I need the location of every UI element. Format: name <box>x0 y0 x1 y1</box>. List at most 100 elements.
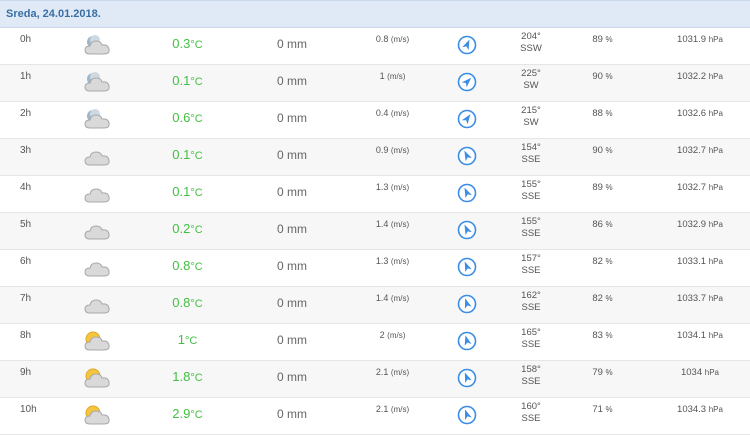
wind-direction-degrees: 154° <box>521 142 541 153</box>
wind-direction-name: SSE <box>521 265 541 276</box>
pressure-unit: hPa <box>708 294 723 303</box>
humidity-unit: % <box>605 72 613 81</box>
hour-label: 5h <box>20 219 32 230</box>
precipitation: 0 mm <box>277 148 307 162</box>
table-row: 8h 1°C 0 mm 2 (m/s) 165° SSE 83 % 1034.1 hPa <box>0 324 750 361</box>
wind-speed-unit: (m/s) <box>390 35 410 44</box>
wind-direction: 215° SW <box>508 105 554 129</box>
wind-speed-value: 2.1 <box>375 404 389 414</box>
wind-direction-degrees: 155° <box>521 216 541 227</box>
humidity-unit: % <box>605 220 613 229</box>
temperature: 0.1°C <box>150 184 225 199</box>
table-row: 4h 0.1°C 0 mm 1.3 (m/s) 155° SSE 89 % 1032.7 hP… <box>0 176 750 213</box>
temperature-value: 0.1 <box>172 184 191 199</box>
wind-direction: 155° SSE <box>508 216 554 240</box>
pressure: 1032.6 hPa <box>655 108 745 119</box>
wind-direction: 154° SSE <box>508 142 554 166</box>
pressure-unit: hPa <box>708 109 723 118</box>
wind-speed-unit: (m/s) <box>390 109 410 118</box>
wind-direction: 155° SSE <box>508 179 554 203</box>
pressure: 1033.1 hPa <box>655 256 745 267</box>
pressure-unit: hPa <box>708 183 723 192</box>
temperature-value: 0.8 <box>172 258 191 273</box>
wind-speed: 2.1 (m/s) <box>355 367 430 377</box>
wind-direction: 157° SSE <box>508 253 554 277</box>
wind-speed: 2.1 (m/s) <box>355 404 430 414</box>
wind-speed-value: 1.3 <box>375 256 389 266</box>
temperature: 1.8°C <box>150 369 225 384</box>
wind-speed-unit: (m/s) <box>390 294 410 303</box>
humidity-value: 82 <box>592 293 603 304</box>
temperature-value: 0.2 <box>172 221 191 236</box>
wind-direction-arrow-icon <box>457 405 477 425</box>
pressure-value: 1034.3 <box>677 404 707 415</box>
wind-speed-value: 2.1 <box>375 367 389 377</box>
wind-direction-name: SSE <box>521 154 541 165</box>
humidity: 90 % <box>580 145 625 156</box>
pressure-value: 1034.1 <box>677 330 707 341</box>
wind-speed-value: 1.3 <box>375 182 389 192</box>
table-row: 1h 0.1°C 0 mm 1 (m/s) 225° SW 90 % 1032.2 hPa <box>0 65 750 102</box>
table-row: 7h 0.8°C 0 mm 1.4 (m/s) 162° SSE 82 % 1033.7 hP… <box>0 287 750 324</box>
pressure: 1034 hPa <box>655 367 745 378</box>
partly-cloudy-night-icon <box>82 33 112 57</box>
wind-direction-arrow-icon <box>457 72 477 92</box>
pressure-value: 1032.9 <box>677 219 707 230</box>
wind-speed-value: 0.4 <box>375 108 389 118</box>
pressure-value: 1033.7 <box>677 293 707 304</box>
wind-speed: 1.4 (m/s) <box>355 219 430 229</box>
pressure: 1034.1 hPa <box>655 330 745 341</box>
pressure: 1034.3 hPa <box>655 404 745 415</box>
humidity-value: 71 <box>592 404 603 415</box>
wind-speed: 0.9 (m/s) <box>355 145 430 155</box>
temperature-value: 0.3 <box>172 36 191 51</box>
hour-label: 6h <box>20 256 32 267</box>
date-header: Sreda, 24.01.2018. <box>0 0 750 28</box>
wind-speed-unit: (m/s) <box>390 257 410 266</box>
humidity-value: 89 <box>592 182 603 193</box>
temperature-value: 2.9 <box>172 406 191 421</box>
wind-direction: 204° SSW <box>508 31 554 55</box>
wind-direction-arrow-icon <box>457 368 477 388</box>
pressure-unit: hPa <box>708 220 723 229</box>
wind-direction-name: SW <box>523 80 539 91</box>
temperature: 0.2°C <box>150 221 225 236</box>
wind-speed-unit: (m/s) <box>390 368 410 377</box>
wind-direction-name: SSE <box>521 191 541 202</box>
pressure-unit: hPa <box>708 72 723 81</box>
wind-speed-unit: (m/s) <box>390 220 410 229</box>
cloud-icon <box>82 218 112 242</box>
wind-direction-name: SSE <box>521 376 541 387</box>
hour-label: 4h <box>20 182 32 193</box>
wind-speed: 1.4 (m/s) <box>355 293 430 303</box>
wind-speed: 0.4 (m/s) <box>355 108 430 118</box>
wind-direction-degrees: 225° <box>521 68 541 79</box>
humidity-value: 89 <box>592 34 603 45</box>
hour-label: 10h <box>20 404 37 415</box>
pressure-value: 1032.7 <box>677 182 707 193</box>
pressure-value: 1032.2 <box>677 71 707 82</box>
humidity: 89 % <box>580 34 625 45</box>
humidity: 79 % <box>580 367 625 378</box>
temperature-value: 0.1 <box>172 73 191 88</box>
humidity-unit: % <box>605 368 613 377</box>
temperature: 2.9°C <box>150 406 225 421</box>
humidity-value: 83 <box>592 330 603 341</box>
temperature-unit: °C <box>190 409 203 421</box>
temperature-unit: °C <box>190 187 203 199</box>
pressure-unit: hPa <box>708 146 723 155</box>
wind-direction: 162° SSE <box>508 290 554 314</box>
pressure: 1032.2 hPa <box>655 71 745 82</box>
partly-sunny-icon <box>82 366 112 390</box>
forecast-rows: 0h 0.3°C 0 mm 0.8 (m/s) 204° SSW 89 % 1031.9 hP… <box>0 28 750 435</box>
humidity-unit: % <box>605 183 613 192</box>
temperature-unit: °C <box>190 39 203 51</box>
temperature-value: 1.8 <box>172 369 191 384</box>
wind-speed: 2 (m/s) <box>355 330 430 340</box>
temperature: 0.3°C <box>150 36 225 51</box>
hour-label: 1h <box>20 71 32 82</box>
wind-direction-arrow-icon <box>457 35 477 55</box>
cloud-icon <box>82 144 112 168</box>
precipitation: 0 mm <box>277 37 307 51</box>
table-row: 6h 0.8°C 0 mm 1.3 (m/s) 157° SSE 82 % 1033.1 hP… <box>0 250 750 287</box>
